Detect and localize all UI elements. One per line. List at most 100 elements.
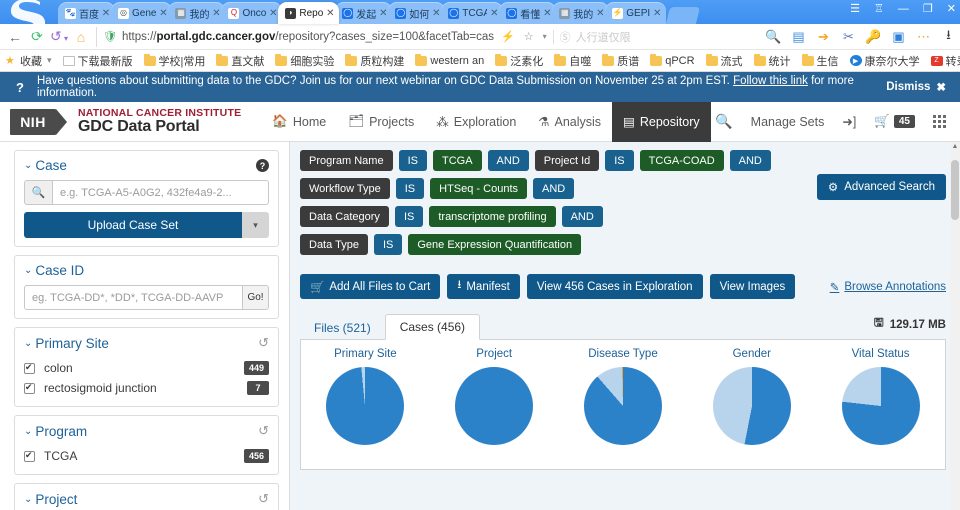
case-id-go-button[interactable]: Go! — [242, 285, 269, 310]
scissors-icon[interactable]: ✂ — [841, 29, 856, 44]
browser-tab-8[interactable]: ◯ TCGA ✕ — [441, 2, 504, 24]
facet-option[interactable]: rectosigmoid junction 7 — [24, 378, 269, 398]
browser-tab-3[interactable]: ▦ 我的 ✕ — [168, 2, 226, 24]
collections-icon[interactable]: ▤ — [791, 29, 806, 44]
advanced-search-button[interactable]: ⚙ Advanced Search — [816, 174, 946, 200]
facet-option[interactable]: colon 449 — [24, 358, 269, 378]
close-icon[interactable]: ✕ — [211, 8, 221, 19]
add-all-files-to-cart-button[interactable]: 🛒 Add All Files to Cart — [300, 274, 441, 299]
browser-tab-1[interactable]: 🐾 百度 ✕ — [58, 2, 115, 24]
dismiss-button[interactable]: Dismiss ✖ — [886, 80, 946, 94]
filter-chip-field[interactable]: Data Type — [300, 234, 368, 255]
close-icon[interactable]: ✕ — [542, 8, 552, 19]
browser-tab-4[interactable]: Q Onco ✕ — [221, 2, 283, 24]
filter-chip-field[interactable]: Workflow Type — [300, 178, 390, 199]
facet-option[interactable]: TCGA 456 — [24, 446, 269, 466]
bookmark-star-icon[interactable]: ☆ — [524, 30, 534, 43]
close-icon[interactable]: ✕ — [652, 8, 662, 19]
restore-icon[interactable]: ❐ — [923, 2, 933, 15]
filter-chip-field[interactable]: Data Category — [300, 206, 389, 227]
apps-grid-icon[interactable] — [933, 115, 946, 128]
tab-files[interactable]: Files (521) — [300, 316, 385, 340]
bookmark-item[interactable]: 流式 — [705, 53, 743, 69]
search-icon[interactable]: 🔍 — [715, 113, 732, 130]
page-scrollbar[interactable]: ▲ — [950, 142, 960, 510]
pie-chart-graphic[interactable] — [712, 367, 791, 445]
browser-tab-6[interactable]: ◯ 发起 ✕ — [335, 2, 393, 24]
reset-icon[interactable]: ↺ — [258, 423, 269, 439]
close-icon[interactable]: ✕ — [489, 8, 499, 19]
checkbox[interactable] — [24, 450, 35, 462]
new-tab-button[interactable] — [666, 7, 701, 24]
facet-case-id-title[interactable]: ⌄ Case ID — [24, 263, 84, 278]
browser-tab-10[interactable]: ▦ 我的 ✕ — [552, 2, 610, 24]
close-icon[interactable]: ✕ — [595, 8, 605, 19]
bookmark-item[interactable]: 直文献 — [216, 53, 264, 69]
scrollbar-thumb[interactable] — [951, 160, 959, 220]
checkbox[interactable] — [24, 362, 35, 374]
bookmark-item[interactable]: 生信 — [801, 53, 839, 69]
bookmark-item[interactable]: 统计 — [753, 53, 791, 69]
bookmark-item[interactable]: 细胞实验 — [275, 53, 334, 69]
bookmark-item[interactable]: ▶ 康奈尔大学 — [849, 53, 920, 69]
lightning-icon[interactable]: ⚡ — [501, 30, 515, 43]
close-icon[interactable]: ✕ — [158, 8, 168, 19]
bookmark-item[interactable]: 下载最新版 — [62, 53, 133, 69]
help-icon[interactable]: ? — [256, 159, 269, 172]
reset-icon[interactable]: ↺ — [258, 335, 269, 351]
filter-chip-val[interactable]: TCGA-COAD — [639, 150, 724, 171]
address-bar[interactable]: 🛡 https://portal.gdc.cancer.gov/reposito… — [96, 26, 756, 47]
bookmark-item[interactable]: western an — [415, 53, 484, 67]
filter-chip-field[interactable]: Program Name — [300, 150, 393, 171]
browser-tab-2[interactable]: ◎ Gene ✕ — [111, 2, 173, 24]
close-icon[interactable]: ✕ — [947, 2, 956, 15]
pie-chart-graphic[interactable] — [326, 367, 405, 445]
close-icon[interactable]: ✕ — [431, 8, 441, 19]
case-id-input[interactable] — [24, 285, 242, 310]
nav-home[interactable]: 🏠 Home — [261, 102, 337, 142]
pie-chart-graphic[interactable] — [841, 367, 920, 445]
close-icon[interactable]: ✕ — [101, 8, 111, 19]
browser-tab-9[interactable]: ◯ 看懂 ✕ — [499, 2, 557, 24]
more-icon[interactable]: ⋯ — [916, 29, 931, 44]
upload-dropdown-caret-icon[interactable]: ▾ — [242, 212, 269, 238]
bookmark-item[interactable]: 泛素化 — [495, 53, 543, 69]
nav-exploration[interactable]: ⁂ Exploration — [425, 102, 527, 142]
notification-link[interactable]: Follow this link — [733, 75, 808, 87]
bookmark-item[interactable]: 质粒构建 — [345, 53, 404, 69]
filter-chip-val[interactable]: transcriptome profiling — [429, 206, 556, 227]
nav-projects[interactable]: 🗂 Projects — [337, 102, 425, 142]
shirt-skin-icon[interactable]: ♖ — [874, 2, 884, 15]
pie-chart-graphic[interactable] — [583, 367, 662, 445]
facet-case-title[interactable]: ⌄ Case — [24, 158, 67, 173]
cart-button[interactable]: 🛒 45 — [874, 114, 915, 129]
pie-chart-graphic[interactable] — [455, 367, 534, 445]
browse-annotations-link[interactable]: ✎ Browse Annotations — [830, 280, 946, 294]
close-icon[interactable]: ✕ — [268, 8, 278, 19]
scroll-up-arrow-icon[interactable]: ▲ — [951, 143, 959, 150]
bookmark-item[interactable]: 学校|常用 — [143, 53, 205, 69]
bookmark-item[interactable]: qPCR — [650, 53, 695, 67]
view-cases-in-exploration-button[interactable]: View 456 Cases in Exploration — [526, 274, 703, 299]
filter-chip-field[interactable]: Project Id — [534, 150, 600, 171]
browser-tab-5[interactable]: ◗ Repo ✕ — [278, 2, 340, 24]
login-icon[interactable]: ➔ — [816, 29, 831, 44]
tab-cases[interactable]: Cases (456) — [384, 314, 481, 340]
login-icon[interactable]: ➜] — [842, 114, 856, 129]
checkbox[interactable] — [24, 382, 35, 394]
manage-sets-link[interactable]: Manage Sets — [751, 115, 825, 129]
bookmark-item[interactable]: ★ 收藏 ▾ — [5, 53, 52, 69]
view-images-button[interactable]: View Images — [709, 274, 796, 299]
home-button[interactable]: ⌂ — [70, 29, 92, 45]
bookmark-item[interactable]: 自噬 — [554, 53, 591, 69]
nav-repository[interactable]: ▤ Repository — [612, 101, 711, 142]
filter-chip-val[interactable]: TCGA — [432, 150, 482, 171]
key-icon[interactable]: 🔑 — [865, 29, 881, 44]
manifest-button[interactable]: ⭳ Manifest — [447, 274, 520, 299]
translate-icon[interactable]: ▣ — [891, 29, 906, 44]
close-icon[interactable]: ✕ — [378, 8, 388, 19]
browser-tab-7[interactable]: ◯ 如何 ✕ — [388, 2, 446, 24]
facet-title[interactable]: ⌄ Project — [24, 492, 77, 507]
facet-title[interactable]: ⌄ Program — [24, 424, 87, 439]
browser-tab-11[interactable]: ⚡ GEPI ✕ — [605, 2, 667, 24]
